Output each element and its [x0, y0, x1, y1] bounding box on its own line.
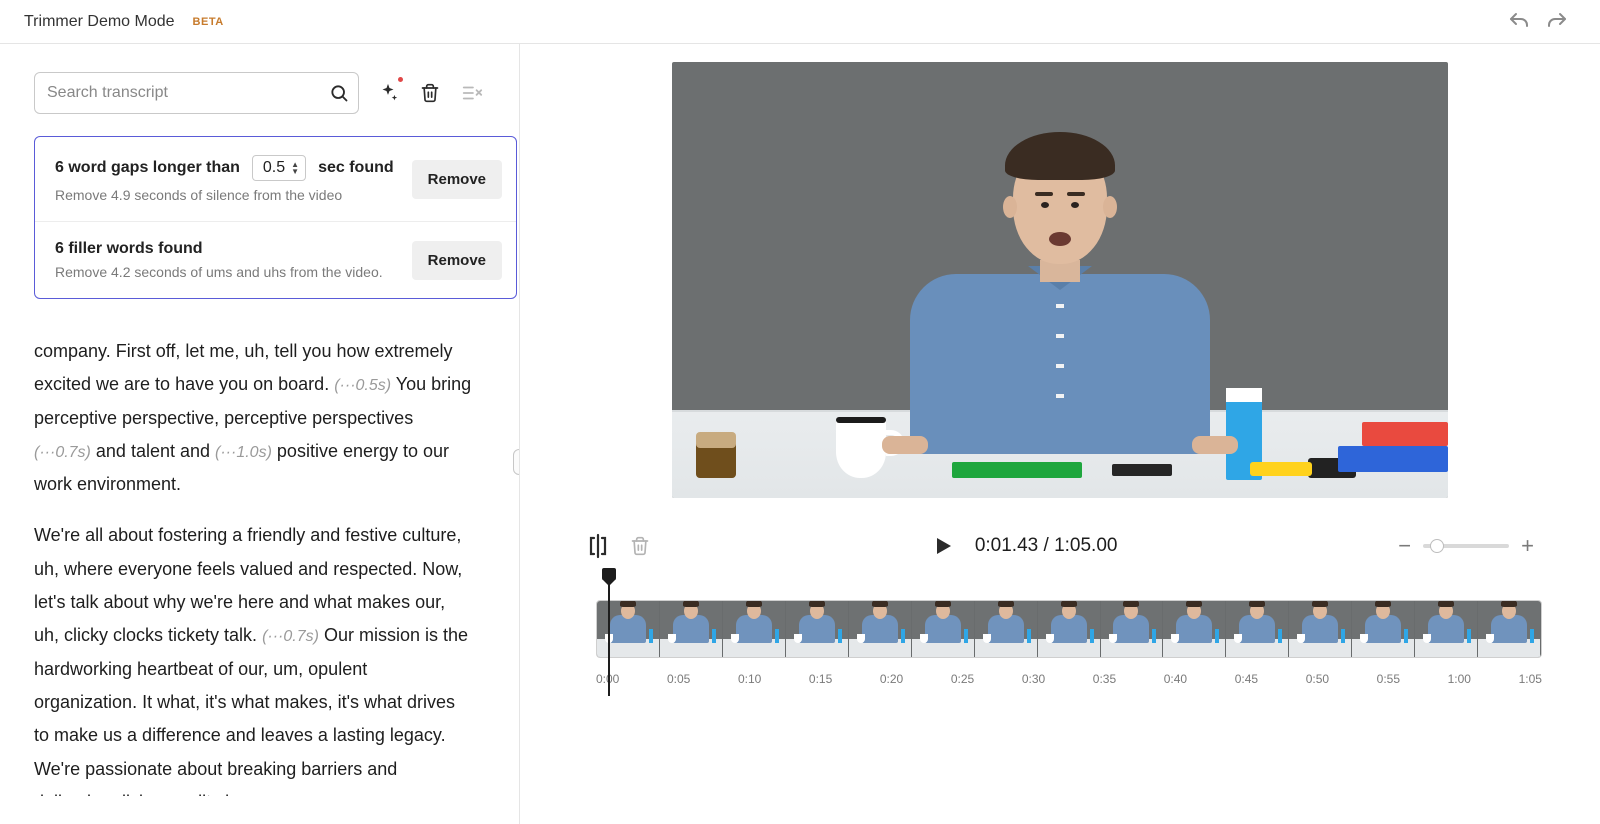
sparkle-icon: [377, 82, 399, 104]
gaps-subtitle: Remove 4.9 seconds of silence from the v…: [55, 187, 412, 203]
redo-icon: [1545, 10, 1569, 34]
video-panel: 0:01.43 / 1:05.00 − +: [520, 44, 1600, 824]
ruler-tick: 0:25: [951, 672, 974, 686]
video-preview[interactable]: [672, 62, 1448, 498]
zoom-in-button[interactable]: +: [1521, 533, 1534, 559]
page-title: Trimmer Demo Mode: [24, 13, 175, 31]
ruler-tick: 1:05: [1519, 672, 1542, 686]
ruler-tick: 0:15: [809, 672, 832, 686]
ruler-tick: 0:35: [1093, 672, 1116, 686]
timeline-thumb[interactable]: [1226, 601, 1289, 657]
thumbnail-strip[interactable]: [596, 600, 1542, 658]
time-ruler: 0:00 0:05 0:10 0:15 0:20 0:25 0:30 0:35 …: [596, 672, 1542, 686]
gap-marker[interactable]: (···0.7s): [262, 628, 319, 645]
ruler-tick: 0:55: [1377, 672, 1400, 686]
timeline-thumb[interactable]: [1478, 601, 1541, 657]
time-current: 0:01.43: [975, 535, 1038, 556]
notification-dot: [398, 77, 403, 82]
remove-fillers-button[interactable]: Remove: [412, 241, 502, 280]
ruler-tick: 0:05: [667, 672, 690, 686]
ruler-tick: 0:10: [738, 672, 761, 686]
timeline-thumb[interactable]: [912, 601, 975, 657]
ruler-tick: 0:45: [1235, 672, 1258, 686]
top-bar: Trimmer Demo Mode BETA: [0, 0, 1600, 44]
timeline-thumb[interactable]: [1352, 601, 1415, 657]
gaps-title-prefix: 6 word gaps longer than: [55, 159, 240, 177]
gap-threshold-value: 0.5: [263, 159, 285, 177]
gap-marker[interactable]: (···0.5s): [334, 377, 391, 394]
beta-badge: BETA: [193, 16, 224, 28]
trash-icon: [630, 536, 650, 556]
ruler-tick: 0:20: [880, 672, 903, 686]
time-total: 1:05.00: [1054, 535, 1117, 556]
undo-button[interactable]: [1500, 3, 1538, 41]
trash-icon: [420, 83, 440, 103]
gap-marker[interactable]: (···1.0s): [215, 444, 272, 461]
fillers-subtitle: Remove 4.2 seconds of ums and uhs from t…: [55, 264, 412, 280]
gaps-suggestion: 6 word gaps longer than 0.5 ▲▼ sec found…: [35, 137, 516, 221]
split-button[interactable]: [586, 532, 610, 560]
player-controls: 0:01.43 / 1:05.00 − +: [578, 532, 1542, 560]
playhead[interactable]: [608, 576, 610, 696]
delete-button[interactable]: [417, 80, 443, 106]
timeline-thumb[interactable]: [1038, 601, 1101, 657]
list-x-icon: [461, 82, 483, 104]
stepper-arrows: ▲▼: [287, 161, 303, 175]
scroll-handle[interactable]: [513, 449, 520, 475]
magic-suggestions-button[interactable]: [375, 80, 401, 106]
search-icon[interactable]: [329, 83, 349, 103]
zoom-out-button[interactable]: −: [1398, 533, 1411, 559]
timecode: 0:01.43 / 1:05.00: [975, 535, 1118, 557]
timeline-thumb[interactable]: [660, 601, 723, 657]
ruler-tick: 1:00: [1448, 672, 1471, 686]
timeline-thumb[interactable]: [1289, 601, 1352, 657]
fillers-title: 6 filler words found: [55, 240, 203, 258]
zoom-knob[interactable]: [1430, 539, 1444, 553]
undo-icon: [1507, 10, 1531, 34]
ruler-tick: 0:50: [1306, 672, 1329, 686]
timeline-thumb[interactable]: [975, 601, 1038, 657]
transcript-paragraph: We're all about fostering a friendly and…: [34, 519, 475, 796]
search-input[interactable]: [34, 72, 359, 114]
transcript-paragraph: company. First off, let me, uh, tell you…: [34, 335, 475, 501]
transcript-panel: 6 word gaps longer than 0.5 ▲▼ sec found…: [0, 44, 520, 824]
redo-button[interactable]: [1538, 3, 1576, 41]
play-icon: [931, 534, 955, 558]
timeline-thumb[interactable]: [786, 601, 849, 657]
timeline-thumb[interactable]: [1163, 601, 1226, 657]
remove-gaps-button[interactable]: Remove: [412, 160, 502, 199]
gap-threshold-stepper[interactable]: 0.5 ▲▼: [252, 155, 306, 181]
ruler-tick: 0:30: [1022, 672, 1045, 686]
zoom-slider[interactable]: [1423, 544, 1509, 548]
timeline-thumb[interactable]: [1415, 601, 1478, 657]
play-button[interactable]: [931, 534, 955, 558]
delete-clip-button[interactable]: [630, 536, 650, 556]
timeline-thumb[interactable]: [849, 601, 912, 657]
transcript-text[interactable]: company. First off, let me, uh, tell you…: [34, 317, 519, 796]
timeline-thumb[interactable]: [1101, 601, 1164, 657]
suggestions-panel: 6 word gaps longer than 0.5 ▲▼ sec found…: [34, 136, 517, 299]
zoom-control: − +: [1398, 533, 1534, 559]
timeline-thumb[interactable]: [723, 601, 786, 657]
split-icon: [586, 532, 610, 560]
gaps-title-suffix: sec found: [318, 159, 394, 177]
transcript-search: [34, 72, 359, 114]
timeline-thumb[interactable]: [597, 601, 660, 657]
fillers-suggestion: 6 filler words found Remove 4.2 seconds …: [35, 221, 516, 298]
ruler-tick: 0:40: [1164, 672, 1187, 686]
timeline: 0:00 0:05 0:10 0:15 0:20 0:25 0:30 0:35 …: [578, 576, 1542, 686]
gap-marker[interactable]: (···0.7s): [34, 444, 91, 461]
clear-strikeouts-button[interactable]: [459, 80, 485, 106]
